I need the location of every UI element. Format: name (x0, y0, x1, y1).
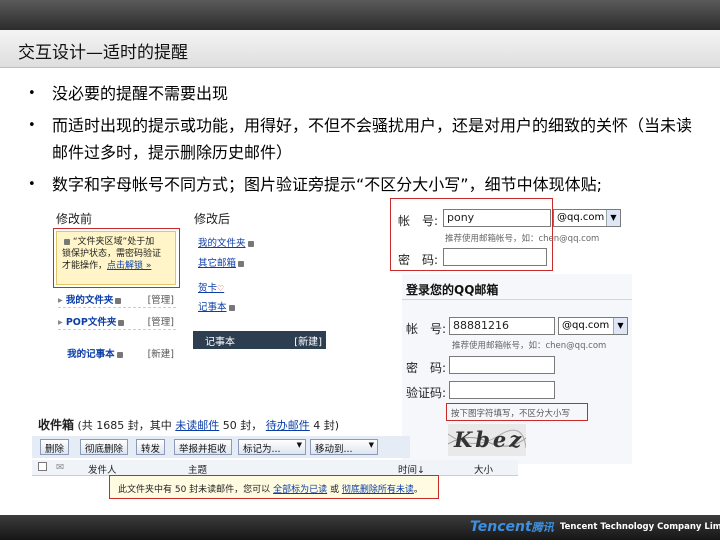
heart-icon: ♡ (217, 284, 225, 293)
link-text: 贺卡 (198, 283, 218, 294)
domain-value: @qq.com (562, 320, 610, 331)
lock-icon (118, 319, 125, 326)
login-title: 登录您的QQ邮箱 (406, 283, 499, 297)
bullet-item: 没必要的提醒不需要出现 (26, 80, 706, 107)
account-label: 帐 号: (406, 322, 447, 336)
domain-select[interactable]: @qq.com ▼ (553, 209, 621, 227)
after-label: 修改后 (194, 212, 231, 226)
link-text: 其它邮箱 (198, 258, 237, 269)
captcha-image[interactable]: Kbez (448, 424, 526, 456)
captcha-input[interactable] (449, 381, 555, 399)
inbox-title: 收件箱 (38, 418, 75, 432)
tencent-logo: Tencent腾讯 (470, 519, 554, 535)
inbox-summary-a: (共 1685 封，其中 (77, 419, 172, 432)
bullet-item: 数字和字母帐号不同方式；图片验证旁提示“不区分大小写”，细节中体现体贴; (26, 171, 706, 198)
captcha-label: 验证码: (406, 386, 447, 400)
report-reject-button[interactable]: 举报并拒收 (174, 439, 232, 455)
lock-icon (228, 304, 235, 311)
password-input[interactable] (449, 356, 555, 374)
bullet-list: 没必要的提醒不需要出现 而适时出现的提示或功能，用得好，不但不会骚扰用户，还是对… (26, 80, 706, 203)
new-note-link[interactable]: [新建] (294, 333, 322, 348)
folder-row-my-folders[interactable]: ▸ 我的文件夹 [管理] (58, 292, 176, 308)
inbox-summary-c: 4 封) (313, 419, 340, 432)
envelope-icon: ✉ (56, 462, 64, 473)
unread-notice: 此文件夹中有 50 封未读邮件，您可以 全部标为已读 或 彻底删除所有未读。 (109, 475, 439, 499)
manage-link[interactable]: [管理] (148, 314, 174, 328)
notebook-bar: 记事本 [新建] (193, 331, 326, 349)
link-notebook[interactable]: 记事本 (198, 299, 235, 313)
lock-icon (238, 260, 245, 267)
column-header: ✉ 发件人 主题 时间↓ 大小 (32, 460, 518, 476)
mark-as-label: 标记为... (243, 444, 281, 455)
domain-value: @qq.com (557, 212, 605, 223)
chevron-down-icon: ▼ (606, 210, 620, 226)
mark-as-select[interactable]: 标记为... ▼ (238, 439, 306, 455)
bullet-item: 而适时出现的提示或功能，用得好，不但不会骚扰用户，还是对用户的细致的关怀（当未读… (26, 112, 706, 166)
pending-link[interactable]: 待办邮件 (266, 419, 310, 432)
folder-row-notebook[interactable]: 我的记事本 [新建] (58, 346, 176, 362)
highlight-frame (390, 198, 553, 271)
captcha-hint: 按下图字符填写，不区分大小写 (446, 403, 588, 421)
folder-name: 我的文件夹 (65, 295, 114, 306)
link-other-mailbox[interactable]: 其它邮箱 (198, 255, 245, 269)
password-label: 密 码: (406, 361, 447, 375)
link-text: 我的文件夹 (198, 238, 246, 249)
logo-text: Tencent (470, 519, 532, 535)
lock-icon (116, 351, 123, 358)
chevron-down-icon: ▼ (613, 318, 627, 334)
delete-permanently-button[interactable]: 彻底删除 (80, 439, 129, 455)
captcha-text: Kbez (454, 427, 525, 452)
highlight-frame (53, 228, 180, 288)
column-sender[interactable]: 发件人 (88, 462, 117, 476)
before-label: 修改前 (56, 212, 93, 226)
column-time[interactable]: 时间↓ (398, 462, 425, 476)
select-all-checkbox[interactable] (38, 462, 47, 471)
link-text: 记事本 (198, 302, 227, 313)
move-to-select[interactable]: 移动到... ▼ (310, 439, 378, 455)
expand-arrow-icon: ▸ (58, 295, 63, 306)
account-input[interactable]: 88881216 (449, 317, 555, 335)
column-subject[interactable]: 主题 (188, 462, 207, 476)
delete-button[interactable]: 删除 (40, 439, 70, 455)
slide-title: 交互设计—适时的提醒 (18, 43, 188, 63)
domain-select[interactable]: @qq.com ▼ (558, 317, 628, 335)
lock-icon (247, 240, 254, 247)
column-size[interactable]: 大小 (474, 462, 493, 476)
company-name: Tencent Technology Company Limited (560, 522, 720, 532)
unread-link[interactable]: 未读邮件 (175, 419, 219, 432)
mark-all-read-link[interactable]: 全部标为已读 (273, 485, 327, 495)
expand-arrow-icon: ▸ (58, 317, 63, 328)
account-hint: 推荐使用邮箱帐号，如：chen@qq.com (452, 341, 607, 351)
notice-text-a: 此文件夹中有 50 封未读邮件，您可以 (118, 485, 271, 495)
notice-text-c: 。 (413, 485, 423, 495)
manage-link[interactable]: [管理] (148, 292, 174, 306)
inbox-summary-b: 50 封， (222, 419, 263, 432)
move-to-label: 移动到... (315, 444, 353, 455)
link-greeting-card[interactable]: 贺卡♡ (198, 280, 224, 294)
notebook-bar-label: 记事本 (205, 337, 235, 348)
forward-button[interactable]: 转发 (136, 439, 166, 455)
new-link[interactable]: [新建] (148, 346, 174, 360)
top-bar (0, 0, 720, 30)
link-my-folders[interactable]: 我的文件夹 (198, 235, 254, 249)
delete-all-unread-link[interactable]: 彻底删除所有未读 (342, 485, 414, 495)
folder-name: POP文件夹 (65, 317, 117, 328)
divider (402, 299, 632, 300)
chevron-down-icon: ▼ (368, 441, 374, 449)
inbox-header: 收件箱 (共 1685 封，其中 未读邮件 50 封， 待办邮件 4 封) (38, 416, 339, 433)
logo-text-cn: 腾讯 (531, 521, 554, 534)
chevron-down-icon: ▼ (296, 441, 302, 449)
folder-name: 我的记事本 (67, 349, 115, 360)
lock-icon (115, 297, 122, 304)
notice-text-b: 或 (329, 485, 339, 495)
folder-row-pop[interactable]: ▸ POP文件夹 [管理] (58, 314, 176, 330)
